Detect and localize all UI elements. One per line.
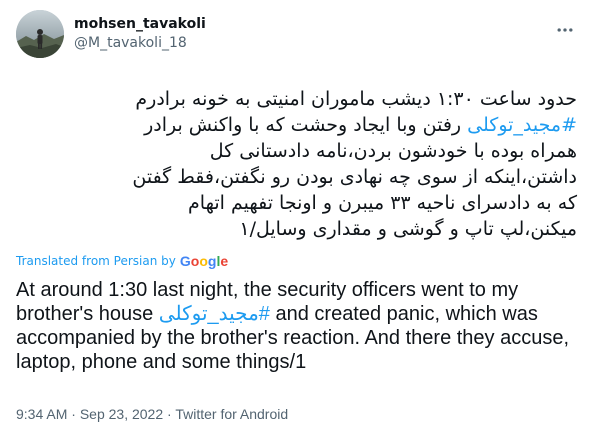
tweet-text-fragment: رفتن وبا ایجاد وحشت که با واکنش برادر [144, 114, 468, 136]
hashtag-link[interactable]: #مجید_توکلی [159, 303, 270, 325]
tweet-text-original: حدود ساعت ۱:۳۰ دیشب ماموران امنیتی به خو… [17, 86, 577, 242]
translation-attribution: Translated from Persian by Google [16, 253, 228, 269]
tweet-card: mohsen_tavakoli @M_tavakoli_18 حدود ساعت… [0, 0, 597, 441]
user-handle[interactable]: @M_tavakoli_18 [74, 34, 206, 53]
tweet-text-line: که به دادسرای ناحیه ۳۳ میبرن و اونجا تفه… [188, 192, 577, 214]
avatar[interactable] [16, 10, 64, 58]
tweet-text-line: همراه بوده با خودشون بردن،نامه دادستانی … [209, 140, 577, 162]
google-logo: Google [179, 253, 229, 269]
tweet-time[interactable]: 9:34 AM [16, 406, 67, 422]
meta-separator: · [163, 406, 176, 422]
tweet-meta: 9:34 AM · Sep 23, 2022 · Twitter for And… [16, 406, 288, 422]
tweet-text-line: حدود ساعت ۱:۳۰ دیشب ماموران امنیتی به خو… [135, 88, 577, 110]
tweet-text-line: داشتن،اینکه از سوی چه نهادی بودن رو نگفت… [132, 166, 577, 188]
tweet-text-translated: At around 1:30 last night, the security … [16, 278, 584, 374]
tweet-source: Twitter for Android [175, 406, 289, 422]
translation-label[interactable]: Translated from Persian by [16, 254, 176, 268]
avatar-image [16, 10, 64, 58]
more-icon [557, 28, 573, 32]
tweet-text-line: میکنن،لپ تاپ و گوشی و مقداری وسایل/۱ [239, 218, 577, 240]
tweet-text-line: #مجید_توکلی رفتن وبا ایجاد وحشت که با وا… [17, 112, 577, 138]
tweet-header: mohsen_tavakoli @M_tavakoli_18 [16, 10, 206, 58]
display-name[interactable]: mohsen_tavakoli [74, 15, 206, 34]
more-button[interactable] [553, 18, 577, 42]
hashtag-link[interactable]: #مجید_توکلی [467, 114, 577, 136]
user-names: mohsen_tavakoli @M_tavakoli_18 [74, 15, 206, 53]
meta-separator: · [67, 406, 80, 422]
tweet-date[interactable]: Sep 23, 2022 [80, 406, 163, 422]
